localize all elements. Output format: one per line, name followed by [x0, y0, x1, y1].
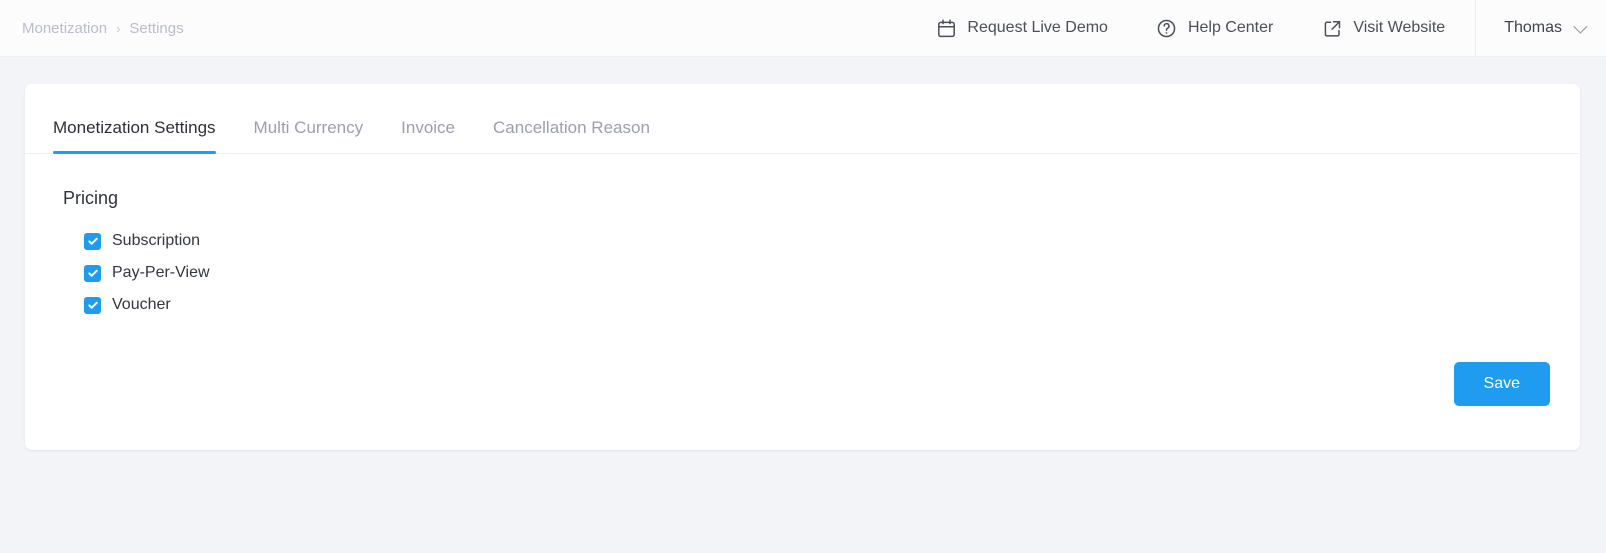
request-live-demo-label: Request Live Demo [967, 19, 1108, 36]
pricing-option-subscription-label: Subscription [112, 232, 201, 249]
user-name: Thomas [1504, 19, 1562, 36]
top-header-bar: Monetization › Settings Request Live Dem… [0, 0, 1606, 57]
tab-multi-currency-label: Multi Currency [253, 118, 364, 137]
header-actions: Request Live Demo Help Center Visit Webs… [911, 0, 1606, 57]
breadcrumb-item-settings[interactable]: Settings [129, 20, 183, 37]
breadcrumb-item-monetization[interactable]: Monetization [22, 20, 107, 37]
tab-bar: Monetization Settings Multi Currency Inv… [25, 84, 1580, 154]
tab-invoice-label: Invoice [401, 118, 456, 137]
help-center-label: Help Center [1187, 19, 1274, 36]
question-circle-icon [1156, 17, 1178, 39]
help-center-button[interactable]: Help Center [1132, 17, 1297, 39]
breadcrumb-separator-icon: › [116, 20, 121, 36]
save-button-container: Save [1453, 362, 1550, 406]
user-menu[interactable]: Thomas [1476, 19, 1606, 37]
page-content: Monetization Settings Multi Currency Inv… [0, 57, 1606, 450]
tab-multi-currency[interactable]: Multi Currency [254, 118, 364, 153]
visit-website-button[interactable]: Visit Website [1297, 17, 1469, 39]
pricing-option-voucher[interactable]: Voucher [84, 289, 1580, 321]
checkbox-voucher[interactable] [84, 296, 101, 314]
pricing-option-voucher-label: Voucher [112, 296, 171, 313]
tab-cancellation-reason-label: Cancellation Reason [493, 118, 650, 137]
tab-monetization-settings[interactable]: Monetization Settings [53, 118, 216, 154]
request-live-demo-button[interactable]: Request Live Demo [911, 17, 1132, 39]
visit-website-label: Visit Website [1353, 19, 1446, 36]
checkbox-pay-per-view[interactable] [84, 264, 101, 282]
pricing-option-subscription[interactable]: Subscription [84, 225, 1580, 257]
pricing-options-list: Subscription Pay-Per-View Voucher [63, 225, 1580, 321]
checkbox-subscription[interactable] [84, 232, 101, 250]
settings-card: Monetization Settings Multi Currency Inv… [25, 84, 1580, 450]
tab-invoice[interactable]: Invoice [401, 118, 455, 153]
pricing-option-pay-per-view-label: Pay-Per-View [112, 264, 210, 281]
save-button[interactable]: Save [1453, 362, 1550, 406]
chevron-down-icon [1573, 19, 1588, 34]
pricing-option-pay-per-view[interactable]: Pay-Per-View [84, 257, 1580, 289]
external-link-icon [1321, 17, 1343, 39]
pricing-section: Pricing Subscription Pay-Per-View Vouche… [25, 154, 1580, 321]
pricing-section-title: Pricing [63, 188, 119, 208]
breadcrumb: Monetization › Settings [22, 20, 184, 37]
calendar-icon [935, 17, 957, 39]
tab-cancellation-reason[interactable]: Cancellation Reason [493, 118, 650, 153]
tab-monetization-settings-label: Monetization Settings [53, 118, 216, 137]
